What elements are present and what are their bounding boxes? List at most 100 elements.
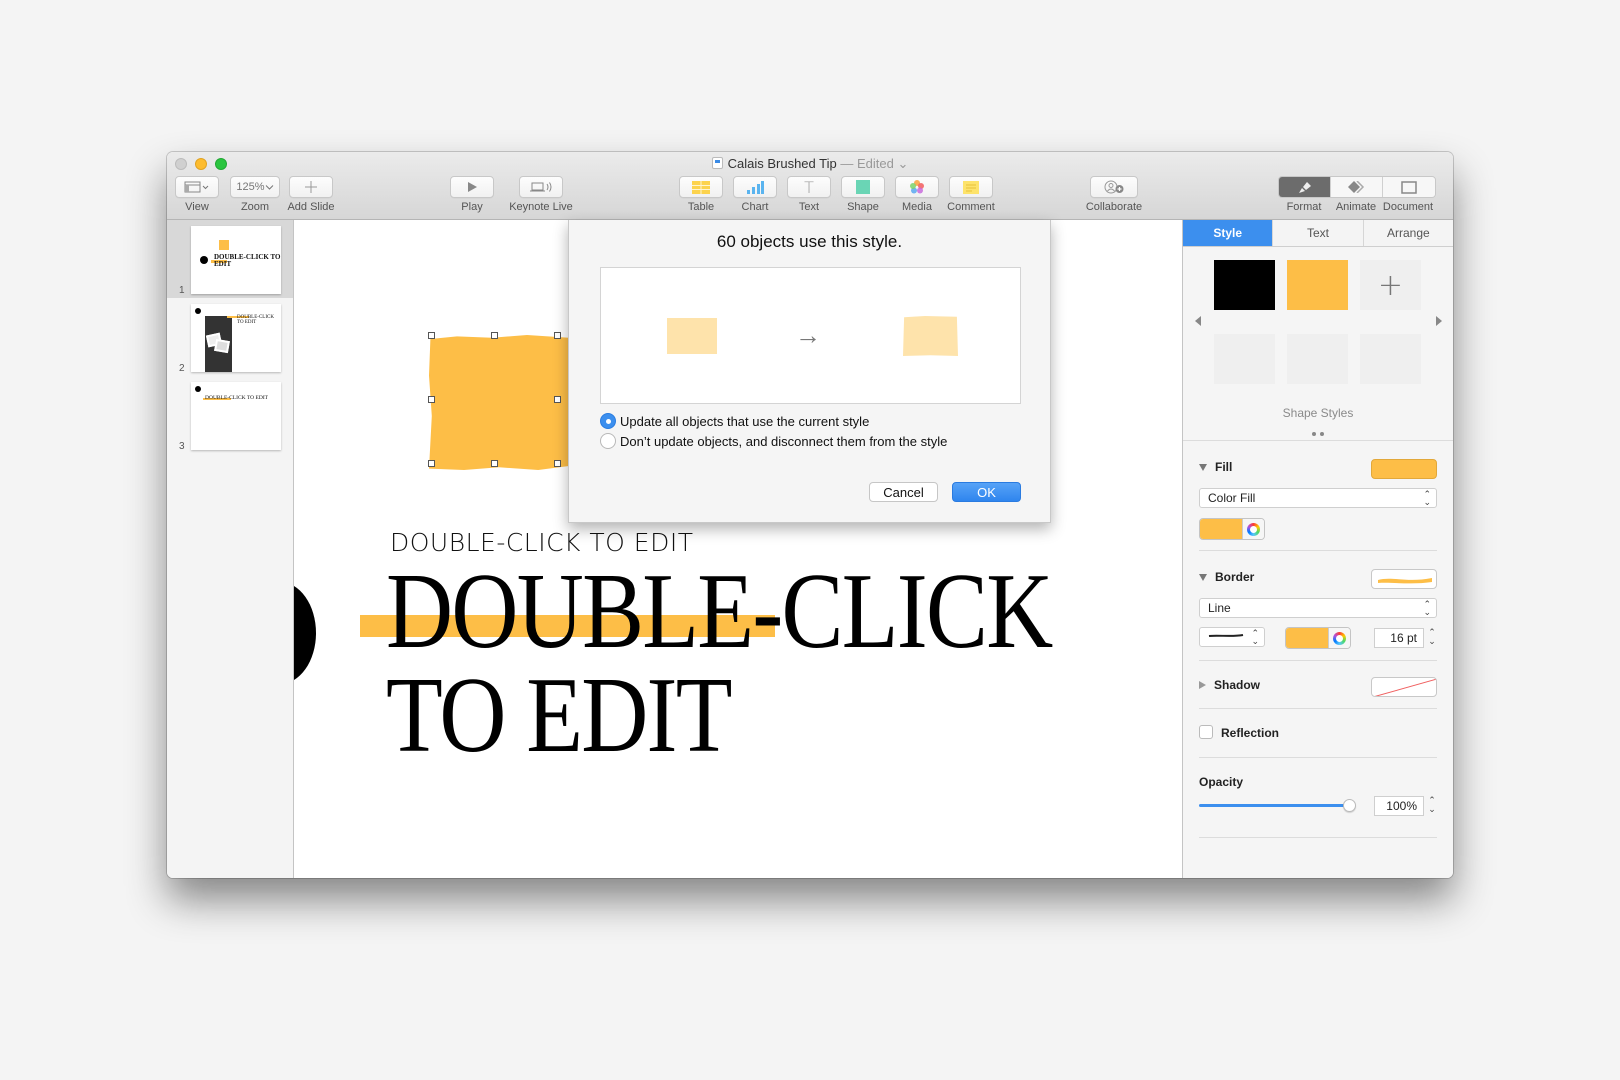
- shadow-preview[interactable]: [1371, 677, 1437, 697]
- black-circle-shape[interactable]: [294, 582, 316, 684]
- brush-stroke-preview: [1378, 578, 1432, 584]
- tab-text[interactable]: Text: [1273, 220, 1364, 246]
- play[interactable]: Play: [450, 176, 494, 213]
- add-slide[interactable]: Add Slide: [287, 176, 335, 213]
- update-all-label: Update all objects that use the current …: [620, 413, 870, 429]
- resize-handle[interactable]: [428, 460, 435, 467]
- resize-handle[interactable]: [554, 460, 561, 467]
- collaborate[interactable]: Collaborate: [1079, 176, 1149, 213]
- disconnect-option[interactable]: Don’t update objects, and disconnect the…: [600, 433, 947, 449]
- comment-icon: [963, 180, 979, 194]
- table-button[interactable]: [679, 176, 723, 198]
- resize-handle[interactable]: [554, 332, 561, 339]
- border-type-select[interactable]: Line ⌃ ⌄: [1199, 598, 1437, 618]
- animate-button[interactable]: [1331, 177, 1383, 197]
- slide-number: 2: [179, 363, 185, 374]
- add-style-button[interactable]: +: [1360, 260, 1421, 310]
- chart-button[interactable]: [733, 176, 777, 198]
- shape-button[interactable]: [841, 176, 885, 198]
- zoom-button[interactable]: 125%: [230, 176, 280, 198]
- reflection-checkbox[interactable]: [1199, 725, 1213, 739]
- play-button[interactable]: [450, 176, 494, 198]
- selected-brush-shape[interactable]: [429, 335, 569, 470]
- format-label: Format: [1286, 201, 1322, 213]
- disconnect-label: Don’t update objects, and disconnect the…: [620, 433, 948, 449]
- insert-chart[interactable]: Chart: [733, 176, 777, 213]
- resize-handle[interactable]: [428, 332, 435, 339]
- shape-style-yellow[interactable]: [1287, 260, 1348, 310]
- border-preview[interactable]: [1371, 569, 1437, 589]
- slide-thumbnail-1[interactable]: DOUBLE-CLICK TO EDIT 1: [167, 220, 293, 298]
- format-button[interactable]: [1279, 177, 1331, 197]
- collaborate-button[interactable]: [1090, 176, 1138, 198]
- shape-style-empty[interactable]: [1360, 334, 1421, 384]
- chevron-down-icon: [265, 185, 273, 190]
- view-menu[interactable]: View: [175, 176, 219, 213]
- border-label: Border: [1215, 570, 1255, 584]
- next-styles-arrow[interactable]: [1436, 316, 1442, 326]
- ok-button[interactable]: OK: [952, 482, 1021, 502]
- add-slide-button[interactable]: [289, 176, 333, 198]
- shape-style-empty[interactable]: [1287, 334, 1348, 384]
- resize-handle[interactable]: [554, 396, 561, 403]
- divider: [1199, 660, 1437, 661]
- slide-title[interactable]: DOUBLE-CLICK TO EDIT: [386, 558, 1053, 770]
- opacity-stepper[interactable]: ⌃ ⌄: [1427, 796, 1437, 816]
- media-button[interactable]: [895, 176, 939, 198]
- border-color-well[interactable]: [1285, 627, 1351, 649]
- resize-handle[interactable]: [428, 396, 435, 403]
- insert-table[interactable]: Table: [679, 176, 723, 213]
- previous-styles-arrow[interactable]: [1195, 316, 1201, 326]
- color-wheel-icon: [1333, 631, 1346, 645]
- shadow-section-toggle[interactable]: Shadow: [1199, 678, 1260, 692]
- before-shape-preview: [667, 318, 717, 354]
- border-stroke-select[interactable]: ⌃ ⌄: [1199, 627, 1265, 647]
- color-wheel-button[interactable]: [1242, 519, 1264, 539]
- brush-stroke-icon: [1208, 634, 1244, 637]
- cancel-button[interactable]: Cancel: [869, 482, 938, 502]
- opacity-slider-knob[interactable]: [1343, 799, 1356, 812]
- insert-shape[interactable]: Shape: [841, 176, 885, 213]
- document-title[interactable]: Calais Brushed Tip — Edited ⌄: [167, 156, 1453, 172]
- view-button[interactable]: [175, 176, 219, 198]
- keynote-live-button[interactable]: [519, 176, 563, 198]
- zoom-menu[interactable]: 125% Zoom: [230, 176, 280, 213]
- slide-thumbnail: DOUBLE-CLICK TO EDIT: [191, 382, 281, 450]
- border-width-field[interactable]: 16 pt: [1374, 628, 1424, 648]
- document-button[interactable]: [1383, 177, 1435, 197]
- style-change-preview: →: [600, 267, 1021, 404]
- shape-style-empty[interactable]: [1214, 334, 1275, 384]
- slide-thumbnail-2[interactable]: DOUBLE-CLICK TO EDIT 2: [167, 298, 293, 376]
- color-wheel-button[interactable]: [1328, 628, 1350, 648]
- fill-preview[interactable]: [1371, 459, 1437, 479]
- opacity-slider[interactable]: [1199, 804, 1349, 807]
- resize-handle[interactable]: [491, 332, 498, 339]
- border-type-value: Line: [1208, 601, 1231, 615]
- text-button[interactable]: T: [787, 176, 831, 198]
- diamond-icon: [1347, 181, 1364, 193]
- page-dots[interactable]: [1183, 423, 1453, 441]
- border-section-toggle[interactable]: Border: [1199, 570, 1254, 584]
- view-label: View: [185, 201, 209, 213]
- comment-button[interactable]: [949, 176, 993, 198]
- insert-text[interactable]: T Text: [787, 176, 831, 213]
- fill-section-toggle[interactable]: Fill: [1199, 460, 1232, 474]
- fill-type-select[interactable]: Color Fill ⌃ ⌄: [1199, 488, 1437, 508]
- insert-comment[interactable]: Comment: [943, 176, 999, 213]
- tab-style[interactable]: Style: [1183, 220, 1274, 246]
- keynote-live[interactable]: Keynote Live: [503, 176, 579, 213]
- radio-disconnect[interactable]: [600, 433, 616, 449]
- update-all-option[interactable]: Update all objects that use the current …: [600, 413, 869, 429]
- shape-style-black[interactable]: [1214, 260, 1275, 310]
- tab-arrange[interactable]: Arrange: [1363, 220, 1453, 246]
- insert-media[interactable]: Media: [895, 176, 939, 213]
- opacity-field[interactable]: 100%: [1374, 796, 1424, 816]
- fill-color-well[interactable]: [1199, 518, 1265, 540]
- resize-handle[interactable]: [491, 460, 498, 467]
- divider: [1199, 550, 1437, 551]
- plus-icon: [305, 181, 317, 193]
- radio-update-all[interactable]: [600, 413, 616, 429]
- border-width-stepper[interactable]: ⌃ ⌄: [1427, 628, 1437, 648]
- slide-thumbnail-3[interactable]: DOUBLE-CLICK TO EDIT 3: [167, 376, 293, 454]
- thumb-title: DOUBLE-CLICK TO EDIT: [237, 315, 274, 325]
